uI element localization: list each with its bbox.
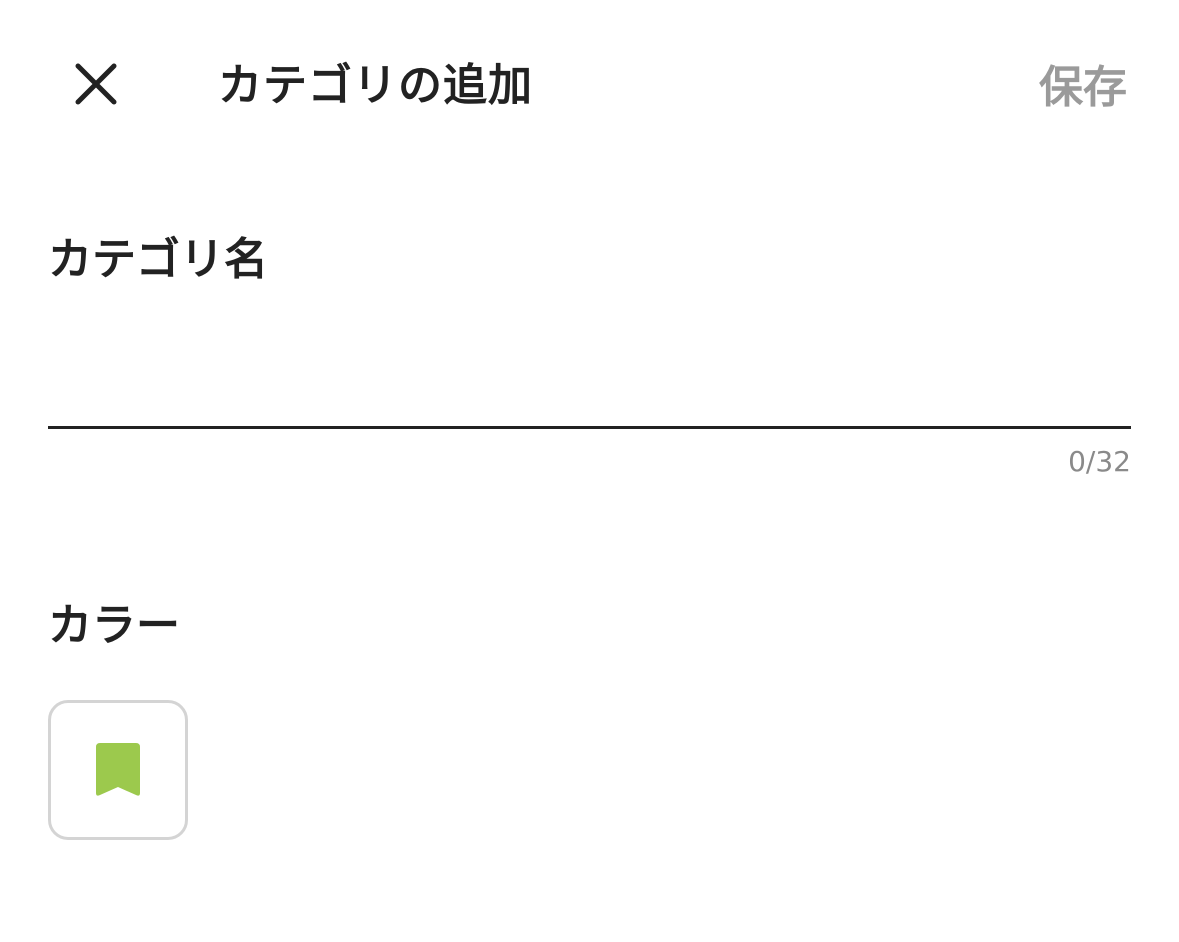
close-icon (75, 63, 117, 105)
bookmark-icon (96, 743, 140, 796)
category-name-label: カテゴリ名 (48, 234, 268, 285)
color-label: カラー (48, 600, 180, 651)
close-button[interactable] (66, 54, 126, 114)
character-counter: 0/32 (1068, 445, 1131, 478)
color-picker-button[interactable] (48, 700, 188, 840)
page-title: カテゴリの追加 (218, 60, 533, 111)
category-name-input[interactable] (48, 340, 1131, 429)
save-button[interactable]: 保存 (1039, 58, 1127, 118)
